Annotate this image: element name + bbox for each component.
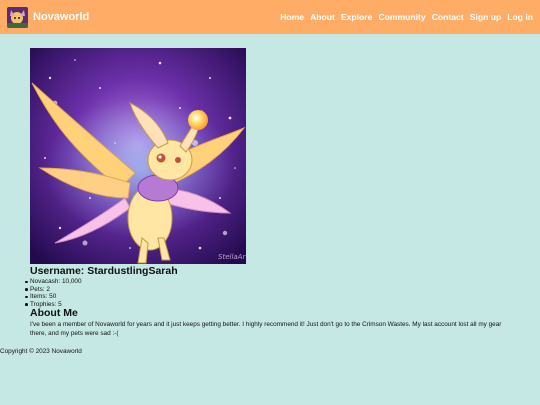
nav-home-link[interactable]: Home: [280, 11, 304, 23]
stats-list: Novacash: 10,000 Pets: 2 Items: 50 Troph…: [25, 278, 82, 308]
profile-pet-image: StellaArts: [30, 48, 246, 264]
about-me-text: I've been a member of Novaworld for year…: [30, 321, 502, 337]
nav-explore-link[interactable]: Explore: [341, 11, 373, 23]
nav-login-link[interactable]: Log in: [507, 11, 533, 23]
nav-links: Home About Explore Community Contact Sig…: [280, 11, 533, 23]
stat-items: Items: 50: [25, 293, 82, 301]
footer-copyright: Copyright © 2023 Novaworld: [0, 348, 82, 355]
nav-about-link[interactable]: About: [310, 11, 335, 23]
about-me-heading: About Me: [30, 307, 78, 319]
logo-image[interactable]: [7, 7, 28, 28]
image-signature: StellaArts: [218, 253, 246, 261]
stat-pets: Pets: 2: [25, 286, 82, 294]
stat-novacash: Novacash: 10,000: [25, 278, 82, 285]
navbar: Novaworld Home About Explore Community C…: [0, 0, 540, 34]
nav-community-link[interactable]: Community: [378, 11, 425, 23]
username-heading: Username: StardustlingSarah: [30, 265, 178, 277]
brand-name[interactable]: Novaworld: [33, 9, 89, 25]
nav-signup-link[interactable]: Sign up: [470, 11, 502, 23]
nav-contact-link[interactable]: Contact: [432, 11, 464, 23]
